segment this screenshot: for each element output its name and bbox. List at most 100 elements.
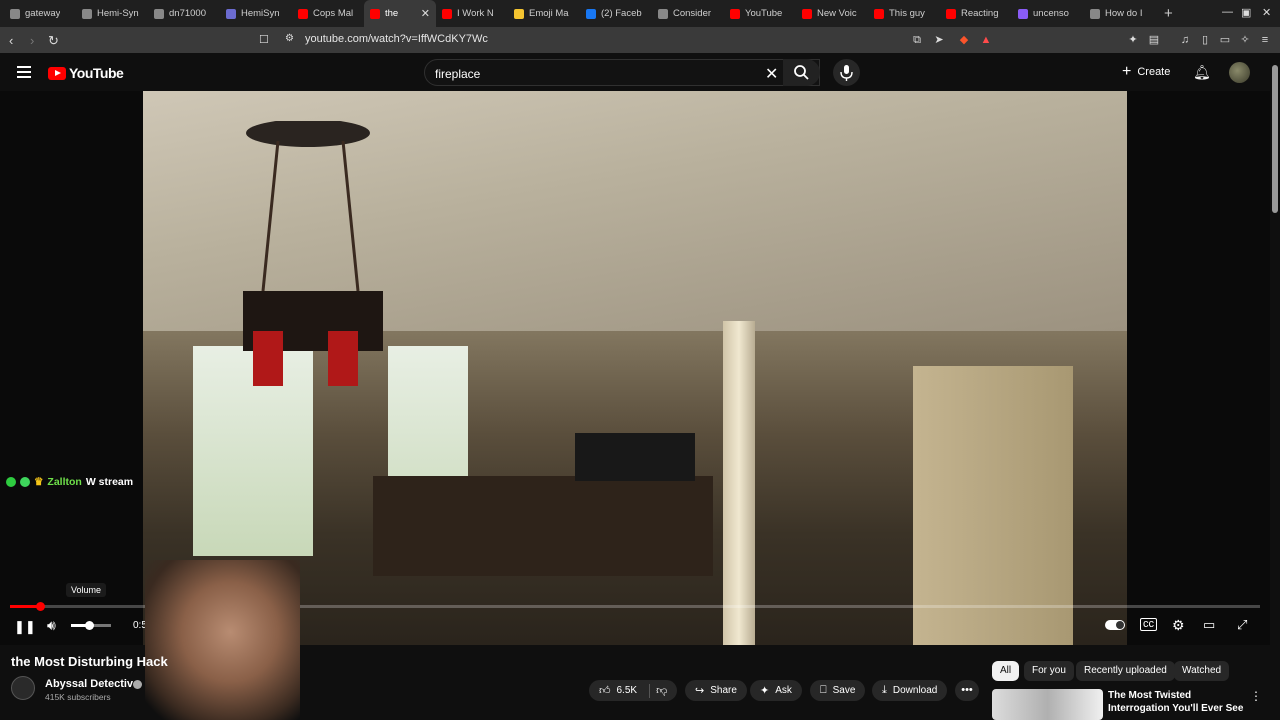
new-tab-button[interactable]: + [1164, 5, 1173, 22]
thumbs-down-icon[interactable]: 👎︎ [656, 684, 667, 697]
browser-tab-strip: gateway Hemi-Syn dn71000 HemiSyn Cops Mal the… [0, 0, 1280, 27]
browser-tab[interactable]: dn71000 [148, 0, 220, 27]
search-button[interactable] [783, 59, 820, 86]
recommendation-thumbnail[interactable] [992, 689, 1103, 720]
close-tab-icon[interactable]: ✕ [421, 7, 430, 20]
open-external-icon[interactable]: ⧉ [911, 34, 923, 46]
subscriber-count: 415K subscribers [45, 692, 111, 702]
like-divider [649, 683, 651, 698]
filter-chip[interactable]: Watched [1174, 661, 1230, 681]
youtube-logo[interactable]: YouTube [48, 65, 124, 81]
music-icon[interactable]: ♫ [1179, 34, 1191, 46]
browser-tab[interactable]: HemiSyn [220, 0, 292, 27]
like-button[interactable]: 👍︎ 6.5K 👎︎ [589, 680, 678, 701]
page-scrollbar[interactable] [1270, 53, 1280, 720]
create-button[interactable]: + Create [1122, 63, 1170, 81]
bookmark-icon[interactable]: ☐ [259, 33, 269, 46]
filter-chip[interactable]: For you [1024, 661, 1074, 681]
tab-favicon-icon [10, 8, 20, 19]
browser-tab[interactable]: Hemi-Syn [76, 0, 148, 27]
video-pillar [723, 321, 755, 645]
volume-knob[interactable] [85, 621, 94, 630]
verified-icon [133, 680, 142, 689]
url-field[interactable]: youtube.com/watch?v=IffWCdKY7Wc [305, 33, 488, 45]
browser-menu-icon[interactable]: ≡ [1259, 34, 1271, 46]
brave-shield-icon[interactable]: ◆ [958, 34, 970, 46]
notifications-bell-icon[interactable]: 🔔︎ [1193, 64, 1211, 81]
wallet-icon[interactable]: ▭ [1219, 34, 1231, 46]
tab-list: gateway Hemi-Syn dn71000 HemiSyn Cops Mal the… [4, 0, 1156, 27]
tab-favicon-icon [82, 8, 92, 19]
close-window-icon[interactable]: ✕ [1262, 6, 1271, 19]
tab-favicon-icon [154, 8, 164, 19]
filter-chip[interactable]: All [992, 661, 1020, 681]
browser-tab[interactable]: Reacting [940, 0, 1012, 27]
leo-icon[interactable]: ✧ [1239, 34, 1251, 46]
recommendation-title[interactable]: The Most Twisted Interrogation You'll Ev… [1108, 689, 1248, 715]
volume-slider[interactable] [71, 621, 111, 630]
browser-tab[interactable]: Cops Mal [292, 0, 364, 27]
tab-favicon-icon [226, 8, 236, 19]
streamer-webcam [145, 560, 300, 720]
browser-tab[interactable]: the ✕ [364, 0, 436, 27]
search-input[interactable]: fireplace [435, 67, 480, 81]
sidebar-icon[interactable]: ▯ [1199, 34, 1211, 46]
tab-title: gateway [25, 8, 61, 19]
browser-tab[interactable]: How do I [1084, 0, 1156, 27]
extensions-icon[interactable]: ✦ [1127, 34, 1139, 46]
share-button[interactable]: ↪ Share [685, 680, 747, 701]
channel-name[interactable]: Abyssal Detective [45, 678, 139, 690]
rewards-icon[interactable]: ▲ [980, 34, 992, 46]
volume-button[interactable]: 🔊︎ [47, 617, 56, 634]
maximize-icon[interactable]: ▣ [1241, 6, 1251, 19]
theater-mode-icon[interactable]: ▭ [1203, 617, 1215, 633]
tab-favicon-icon [370, 8, 380, 19]
hamburger-menu-icon[interactable] [17, 66, 31, 78]
download-button[interactable]: ⤓ Download [872, 680, 948, 701]
tab-title: YouTube [745, 8, 783, 19]
channel-avatar[interactable] [11, 676, 35, 700]
more-actions-button[interactable]: ••• [955, 680, 979, 701]
account-avatar[interactable] [1229, 62, 1250, 83]
screenshot-icon[interactable]: ▤ [1148, 34, 1160, 46]
recommendation-menu-icon[interactable]: ⋮ [1250, 689, 1262, 703]
browser-tab[interactable]: I Work N [436, 0, 508, 27]
site-info-icon[interactable]: ⚙ [285, 33, 294, 44]
filter-chip[interactable]: Recently uploaded [1076, 661, 1175, 681]
search-box[interactable]: fireplace ✕ [424, 59, 820, 86]
tab-favicon-icon [586, 8, 596, 19]
browser-tab[interactable]: uncenso [1012, 0, 1084, 27]
tab-title: This guy [889, 8, 925, 19]
tab-favicon-icon [514, 8, 524, 19]
progress-scrubber[interactable] [36, 602, 45, 611]
tab-title: How do I [1105, 8, 1143, 19]
browser-tab[interactable]: Consider [652, 0, 724, 27]
download-label: Download [892, 685, 938, 696]
browser-tab[interactable]: New Voic [796, 0, 868, 27]
scrollbar-thumb[interactable] [1272, 65, 1278, 213]
back-icon[interactable]: ‹ [9, 33, 13, 48]
browser-tab[interactable]: (2) Faceb [580, 0, 652, 27]
tab-title: Cops Mal [313, 8, 354, 19]
browser-tab[interactable]: gateway [4, 0, 76, 27]
save-button[interactable]: ⎕ Save [810, 680, 866, 701]
send-icon[interactable]: ➤ [933, 34, 945, 46]
browser-tab[interactable]: This guy [868, 0, 940, 27]
pause-button[interactable]: ❚❚ [14, 619, 36, 635]
autoplay-toggle[interactable] [1105, 620, 1125, 630]
youtube-header: YouTube fireplace ✕ + Create 🔔︎ [0, 53, 1280, 91]
fullscreen-icon[interactable]: ⤢ [1237, 617, 1247, 633]
thumbs-up-icon: 👍︎ [599, 685, 611, 697]
plus-icon: + [1122, 63, 1132, 80]
minimize-icon[interactable]: — [1222, 6, 1233, 18]
tab-favicon-icon [442, 8, 452, 19]
browser-tab[interactable]: Emoji Ma [508, 0, 580, 27]
reload-icon[interactable]: ↻ [48, 33, 59, 49]
captions-icon[interactable]: cc [1140, 618, 1157, 631]
forward-icon[interactable]: › [30, 33, 34, 48]
ask-button[interactable]: ✦ Ask [750, 680, 802, 701]
voice-search-button[interactable] [833, 59, 860, 86]
clear-search-icon[interactable]: ✕ [765, 64, 778, 84]
browser-tab[interactable]: YouTube [724, 0, 796, 27]
settings-gear-icon[interactable]: ⚙ [1172, 617, 1185, 634]
